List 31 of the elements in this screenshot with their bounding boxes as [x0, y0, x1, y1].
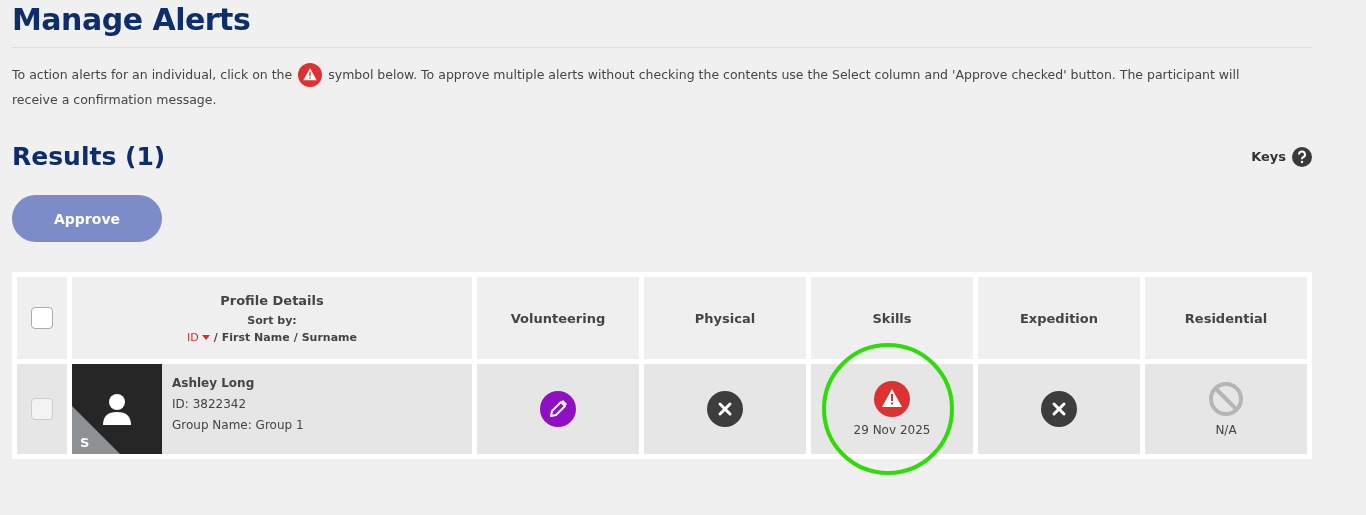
- person-icon: [102, 393, 132, 425]
- help-icon[interactable]: [1292, 146, 1312, 167]
- select-all-checkbox[interactable]: [31, 307, 53, 329]
- page-title: Manage Alerts: [12, 0, 1312, 48]
- column-header: Profile Details: [220, 292, 324, 308]
- column-header: Skills: [872, 310, 912, 326]
- avatar-initial: S: [80, 435, 90, 450]
- sort-label: Sort by:: [247, 313, 297, 327]
- results-heading: Results (1): [12, 142, 166, 171]
- column-header: Volunteering: [510, 310, 606, 326]
- warning-icon[interactable]: [298, 62, 323, 87]
- instructions-text: receive a confirmation message.: [12, 91, 217, 109]
- column-header: Physical: [694, 310, 756, 326]
- instructions-text: symbol below. To approve multiple alerts without checking the contents use the Select column and 'Approve checked' button. The participant will: [328, 66, 1240, 84]
- prohibited-icon: [1208, 381, 1244, 417]
- sort-link[interactable]: First Name: [221, 330, 290, 344]
- separator-text: /: [213, 330, 218, 344]
- keys-label: Keys: [1251, 149, 1286, 164]
- sort-link[interactable]: ID: [186, 330, 210, 344]
- column-header: Residential: [1184, 310, 1268, 326]
- warning-icon[interactable]: [874, 381, 910, 417]
- status-text: N/A: [1215, 423, 1237, 437]
- participant-id: ID: 3822342: [172, 397, 248, 411]
- sort-link[interactable]: Surname: [301, 330, 357, 344]
- caret-icon: [201, 334, 210, 340]
- column-header: Expedition: [1020, 310, 1098, 326]
- group-name: Group Name: Group 1: [172, 418, 304, 432]
- participant-name: Ashley Long: [172, 376, 256, 390]
- separator-text: /: [293, 330, 298, 344]
- alert-date: 29 Nov 2025: [853, 423, 931, 437]
- instructions-text: To action alerts for an individual, click on the: [12, 66, 293, 84]
